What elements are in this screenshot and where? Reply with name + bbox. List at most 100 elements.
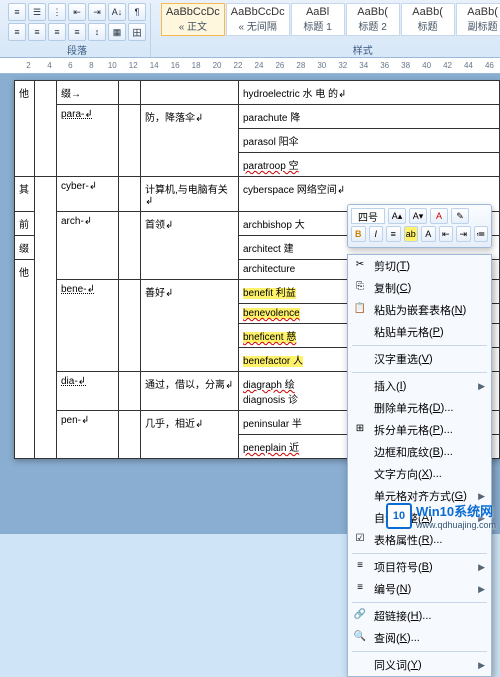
shading-button[interactable]: ▦: [108, 23, 126, 41]
borders-button[interactable]: 田: [128, 23, 146, 41]
menu-item[interactable]: ✂剪切(T): [348, 255, 491, 277]
menu-item[interactable]: ≡项目符号(B)▶: [348, 556, 491, 578]
watermark: 10 Win10系统网 www.qdhuajing.com: [386, 501, 496, 530]
ruler-tick: 30: [311, 61, 332, 70]
ruler-tick: 4: [39, 61, 60, 70]
highlight-icon[interactable]: ab: [404, 226, 419, 242]
ruler-tick: 40: [416, 61, 437, 70]
table-cell[interactable]: hydroelectric 水 电 的↲: [239, 81, 500, 105]
bullets-icon[interactable]: ≔: [474, 226, 489, 242]
indent-dec-button[interactable]: ⇤: [68, 3, 86, 21]
table-cell[interactable]: bene-↲: [57, 280, 119, 372]
table-cell[interactable]: parasol 阳伞: [239, 129, 500, 153]
paragraph-group-label: 段落: [4, 42, 150, 57]
table-cell[interactable]: 首领↲: [141, 212, 239, 280]
indent-inc-icon[interactable]: ⇥: [456, 226, 471, 242]
bold-button[interactable]: B: [351, 226, 366, 242]
ruler-tick: 42: [437, 61, 458, 70]
font-size-combo[interactable]: 四号: [351, 208, 385, 224]
styles-group-label: 样式: [157, 42, 500, 57]
table-cell[interactable]: 他: [15, 81, 35, 177]
watermark-brand: Win10系统网: [416, 501, 496, 520]
menu-item[interactable]: 插入(I)▶: [348, 375, 491, 397]
table-cell[interactable]: 善好↲: [141, 280, 239, 372]
table-cell[interactable]: 几乎，相近↲: [141, 411, 239, 459]
sort-button[interactable]: A↓: [108, 3, 126, 21]
shrink-font-button[interactable]: A▾: [409, 208, 427, 224]
table-cell[interactable]: 计算机,与电脑有关↲: [141, 177, 239, 212]
grow-font-button[interactable]: A▴: [388, 208, 406, 224]
align-right-button[interactable]: ≡: [48, 23, 66, 41]
style-gallery[interactable]: AaBbCcDc« 正文AaBbCcDc« 无间隔AaBl标题 1AaBb(标题…: [161, 3, 500, 36]
show-marks-button[interactable]: ¶: [128, 3, 146, 21]
bullets-button[interactable]: ≡: [8, 3, 26, 21]
table-cell[interactable]: 其: [15, 177, 35, 212]
style-item[interactable]: AaBbCcDc« 正文: [161, 3, 225, 36]
align-center-button[interactable]: ≡: [28, 23, 46, 41]
style-item[interactable]: AaBb(标题: [401, 3, 455, 36]
multilevel-button[interactable]: ⋮: [48, 3, 66, 21]
ruler-tick: 12: [123, 61, 144, 70]
ruler-tick: 34: [353, 61, 374, 70]
menu-item[interactable]: ⊞拆分单元格(P)...: [348, 419, 491, 441]
style-item[interactable]: AaBb(标题 2: [346, 3, 400, 36]
table-cell[interactable]: pen-↲: [57, 411, 119, 459]
align-left-button[interactable]: ≡: [8, 23, 26, 41]
mini-toolbar[interactable]: 四号 A▴ A▾ A ✎ B I ≡ ab A ⇤ ⇥ ≔: [347, 204, 492, 248]
table-cell[interactable]: para-↲: [57, 105, 119, 177]
table-cell[interactable]: 缀→: [57, 81, 119, 105]
table-cell[interactable]: 防，降落伞↲: [141, 105, 239, 177]
indent-inc-button[interactable]: ⇥: [88, 3, 106, 21]
ruler-tick: 46: [479, 61, 500, 70]
watermark-url: www.qdhuajing.com: [416, 520, 496, 530]
ruler-tick: 38: [395, 61, 416, 70]
context-menu[interactable]: ✂剪切(T)⎘复制(C)📋粘贴为嵌套表格(N)粘贴单元格(P) 汉字重选(V) 插入…: [347, 254, 492, 677]
ruler[interactable]: 2468101214161820222426283032343638404244…: [0, 58, 500, 74]
table-cell[interactable]: 他: [15, 260, 35, 459]
table-cell[interactable]: 前: [15, 212, 35, 236]
align-center-icon[interactable]: ≡: [386, 226, 401, 242]
menu-item[interactable]: ☑表格属性(R)...: [348, 529, 491, 551]
format-painter-icon[interactable]: ✎: [451, 208, 469, 224]
ruler-tick: 24: [248, 61, 269, 70]
ruler-tick: 44: [458, 61, 479, 70]
font-color2-icon[interactable]: A: [421, 226, 436, 242]
menu-item[interactable]: 同义词(Y)▶: [348, 654, 491, 676]
ruler-tick: 22: [228, 61, 249, 70]
ruler-tick: 36: [374, 61, 395, 70]
table-cell[interactable]: 通过，借以，分离↲: [141, 372, 239, 411]
menu-item[interactable]: 粘贴单元格(P): [348, 321, 491, 343]
style-item[interactable]: AaBb(副标题: [456, 3, 500, 36]
justify-button[interactable]: ≡: [68, 23, 86, 41]
table-cell[interactable]: 缀: [15, 236, 35, 260]
table-cell[interactable]: parachute 降: [239, 105, 500, 129]
style-item[interactable]: AaBl标题 1: [291, 3, 345, 36]
watermark-logo: 10: [386, 503, 412, 529]
menu-item[interactable]: 文字方向(X)...: [348, 463, 491, 485]
menu-item[interactable]: 汉字重选(V): [348, 348, 491, 370]
numbering-button[interactable]: ☰: [28, 3, 46, 21]
menu-item[interactable]: ⎘复制(C): [348, 277, 491, 299]
table-cell[interactable]: arch-↲: [57, 212, 119, 280]
ruler-tick: 16: [165, 61, 186, 70]
italic-button[interactable]: I: [369, 226, 384, 242]
table-cell[interactable]: paratroop 空: [239, 153, 500, 177]
table-cell[interactable]: dia-↲: [57, 372, 119, 411]
menu-item[interactable]: 📋粘贴为嵌套表格(N): [348, 299, 491, 321]
indent-dec-icon[interactable]: ⇤: [439, 226, 454, 242]
document-area[interactable]: 他 缀→ hydroelectric 水 电 的↲ para-↲ 防，降落伞↲ …: [0, 74, 500, 534]
menu-item[interactable]: 🔍查阅(K)...: [348, 627, 491, 649]
ruler-tick: 14: [144, 61, 165, 70]
table-cell[interactable]: cyber-↲: [57, 177, 119, 212]
menu-item[interactable]: ≡编号(N)▶: [348, 578, 491, 600]
ruler-tick: 26: [269, 61, 290, 70]
ruler-tick: 28: [290, 61, 311, 70]
menu-item[interactable]: 删除单元格(D)...: [348, 397, 491, 419]
menu-item[interactable]: 🔗超链接(H)...: [348, 605, 491, 627]
ruler-tick: 6: [60, 61, 81, 70]
menu-item[interactable]: 边框和底纹(B)...: [348, 441, 491, 463]
line-spacing-button[interactable]: ↕: [88, 23, 106, 41]
font-color-icon[interactable]: A: [430, 208, 448, 224]
ruler-tick: 18: [186, 61, 207, 70]
style-item[interactable]: AaBbCcDc« 无间隔: [226, 3, 290, 36]
